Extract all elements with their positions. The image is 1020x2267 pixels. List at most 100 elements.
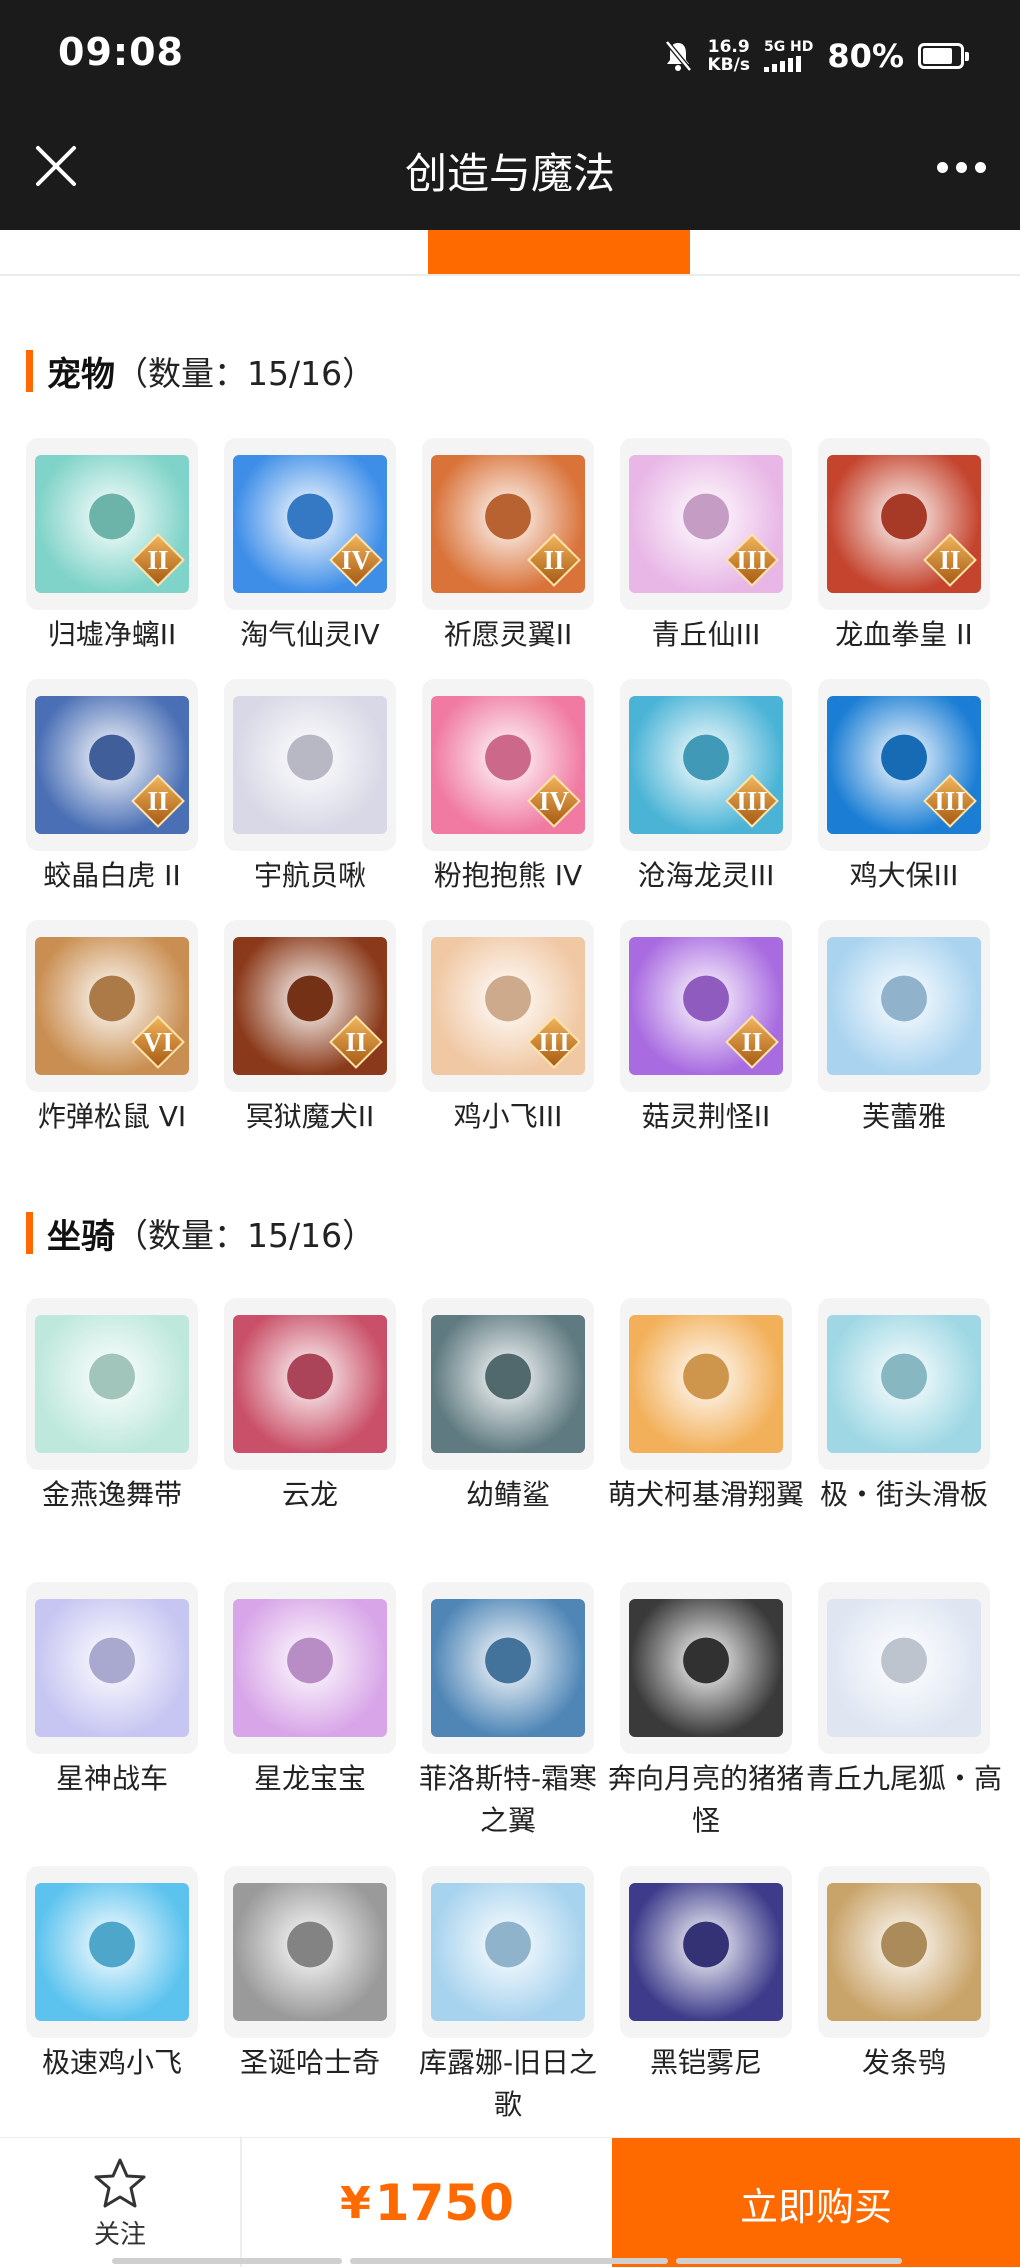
item-card[interactable]: ● 黑铠雾尼 <box>620 1866 792 2084</box>
item-thumbnail: ● <box>818 1866 990 2038</box>
item-thumbnail: ● <box>422 1866 594 2038</box>
bottom-action-bar: 关注 ¥ 1750 立即购买 <box>0 2137 1020 2267</box>
item-card[interactable]: ● 圣诞哈士奇 <box>224 1866 396 2084</box>
frost-wing-icon: ● <box>431 1599 585 1737</box>
item-label: 鸡大保III <box>849 859 959 892</box>
mute-icon <box>665 40 693 72</box>
item-card[interactable]: ● 奔向月亮的猪猪怪 <box>608 1582 804 1842</box>
item-label: 蛟晶白虎 II <box>43 859 181 892</box>
hound-icon: ● II <box>233 937 387 1075</box>
item-card[interactable]: ● 库露娜-旧日之歌 <box>419 1866 597 2126</box>
chariot-icon: ● <box>35 1599 189 1737</box>
item-card[interactable]: ● 极・街头滑板 <box>818 1298 990 1516</box>
pets-section-header: 宠物 （数量：15/16） <box>26 348 376 395</box>
item-label: 淘气仙灵IV <box>240 618 380 651</box>
tier-badge: III <box>527 1015 581 1069</box>
item-thumbnail: ● IV <box>224 438 396 610</box>
item-label: 祈愿灵翼II <box>443 618 573 651</box>
item-label: 归墟净螭II <box>47 618 177 651</box>
owl-icon: ● <box>827 1883 981 2021</box>
corgi-icon: ● <box>629 1315 783 1453</box>
item-thumbnail: ● <box>818 1298 990 1470</box>
item-card[interactable]: ● 宇航员啾 <box>224 679 396 897</box>
item-thumbnail: ● III <box>620 438 792 610</box>
item-thumbnail: ● <box>620 1298 792 1470</box>
tier-badge: VI <box>131 1015 185 1069</box>
item-label: 芙蕾雅 <box>861 1100 946 1133</box>
bird-icon: ● II <box>431 455 585 593</box>
battery-percent: 80% <box>827 37 904 75</box>
item-label: 鸡小飞III <box>453 1100 563 1133</box>
item-thumbnail: ● II <box>620 920 792 1092</box>
item-card[interactable]: ● III 鸡大保III <box>818 679 990 897</box>
item-thumbnail: ● <box>224 1866 396 2038</box>
item-thumbnail: ● <box>818 1582 990 1754</box>
item-card[interactable]: ● 发条鸮 <box>818 1866 990 2084</box>
item-card[interactable]: ● IV 粉抱抱熊 IV <box>422 679 594 897</box>
astronaut-icon: ● <box>233 696 387 834</box>
item-thumbnail: ● III <box>818 679 990 851</box>
item-thumbnail: ● II <box>818 438 990 610</box>
item-card[interactable]: ● II 归墟净螭II <box>26 438 198 656</box>
tier-badge: II <box>527 533 581 587</box>
network-type: 5G HD <box>763 39 814 55</box>
item-thumbnail: ● <box>26 1866 198 2038</box>
item-card[interactable]: ● III 沧海龙灵III <box>620 679 792 897</box>
item-label: 粉抱抱熊 IV <box>433 859 583 892</box>
buy-now-button[interactable]: 立即购买 <box>612 2138 1020 2267</box>
item-card[interactable]: ● 极速鸡小飞 <box>26 1866 198 2084</box>
item-label: 星神战车 <box>55 1762 168 1795</box>
item-label: 极速鸡小飞 <box>41 2046 182 2079</box>
star-icon <box>94 2158 146 2207</box>
more-button[interactable] <box>937 162 986 173</box>
item-card[interactable]: ● II 蛟晶白虎 II <box>26 679 198 897</box>
status-time: 09:08 <box>58 30 184 74</box>
item-label: 冥狱魔犬II <box>245 1100 375 1133</box>
tier-badge: III <box>923 774 977 828</box>
item-card[interactable]: ● III 鸡小飞III <box>422 920 594 1138</box>
page-title: 创造与魔法 <box>404 149 615 198</box>
speed-value: 16.9 <box>707 37 750 57</box>
app-header: 创造与魔法 <box>0 110 1020 230</box>
item-label: 发条鸮 <box>861 2046 946 2079</box>
item-thumbnail: ● <box>224 1582 396 1754</box>
item-card[interactable]: ● VI 炸弹松鼠 VI <box>26 920 198 1138</box>
item-card[interactable]: ● 青丘九尾狐・高 <box>806 1582 1002 1800</box>
follow-label: 关注 <box>93 2219 146 2250</box>
item-thumbnail: ● <box>26 1298 198 1470</box>
price-amount: 1750 <box>374 2174 514 2232</box>
item-card[interactable]: ● 星龙宝宝 <box>224 1582 396 1800</box>
tier-badge: II <box>131 533 185 587</box>
mounts-count: （数量：15/16） <box>115 1216 376 1255</box>
tab-active[interactable] <box>428 230 690 274</box>
item-card[interactable]: ● 金燕逸舞带 <box>26 1298 198 1516</box>
item-thumbnail: ● <box>818 920 990 1092</box>
item-card[interactable]: ● 星神战车 <box>26 1582 198 1800</box>
mushroom-icon: ● II <box>629 937 783 1075</box>
item-card[interactable]: ● 菲洛斯特-霜寒之翼 <box>419 1582 597 1842</box>
chick-icon: ● III <box>431 937 585 1075</box>
item-card[interactable]: ● II 龙血拳皇 II <box>818 438 990 656</box>
item-card[interactable]: ● III 青丘仙III <box>620 438 792 656</box>
network-speed: 16.9 KB/s <box>707 38 749 74</box>
item-thumbnail: ● <box>620 1582 792 1754</box>
dark-dragon-icon: ● <box>629 1883 783 2021</box>
follow-button[interactable]: 关注 <box>0 2138 242 2267</box>
item-thumbnail: ● <box>26 1582 198 1754</box>
item-card[interactable]: ● 芙蕾雅 <box>818 920 990 1138</box>
item-card[interactable]: ● 萌犬柯基滑翔翼 <box>608 1298 804 1516</box>
item-card[interactable]: ● 云龙 <box>224 1298 396 1516</box>
item-card[interactable]: ● II 冥狱魔犬II <box>224 920 396 1138</box>
item-label: 沧海龙灵III <box>637 859 775 892</box>
item-label: 圣诞哈士奇 <box>239 2046 380 2079</box>
item-card[interactable]: ● II 祈愿灵翼II <box>422 438 594 656</box>
status-bar: 09:08 16.9 KB/s 5G HD 80% <box>0 0 1020 110</box>
item-card[interactable]: ● 幼鲭鲨 <box>422 1298 594 1516</box>
tiger-icon: ● II <box>35 696 189 834</box>
item-label: 菇灵荆怪II <box>641 1100 771 1133</box>
item-card[interactable]: ● II 菇灵荆怪II <box>620 920 792 1138</box>
shark-icon: ● <box>431 1315 585 1453</box>
item-card[interactable]: ● IV 淘气仙灵IV <box>224 438 396 656</box>
item-label: 青丘九尾狐・高 <box>805 1762 1002 1795</box>
pets-count: （数量：15/16） <box>115 354 376 393</box>
